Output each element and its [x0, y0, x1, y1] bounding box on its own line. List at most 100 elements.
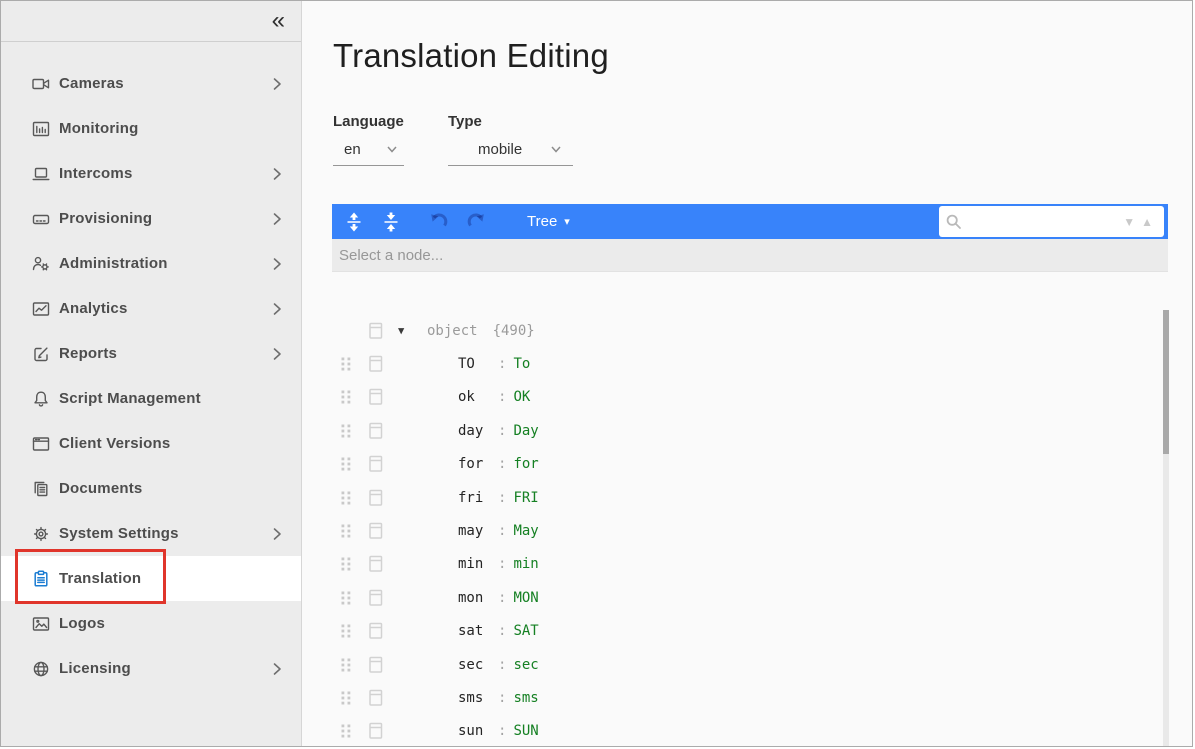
tree-value[interactable]: SAT	[513, 623, 538, 639]
context-menu-button[interactable]	[369, 489, 383, 506]
tree-value[interactable]: sec	[513, 657, 538, 673]
tree-mode-dropdown[interactable]: Tree ▾	[527, 213, 570, 230]
undo-button[interactable]	[427, 210, 451, 234]
sidebar-item-provisioning[interactable]: Provisioning	[1, 196, 301, 241]
tree-value[interactable]: Day	[513, 423, 538, 439]
tree-key[interactable]: fri	[458, 490, 498, 506]
context-menu-button[interactable]	[369, 589, 383, 606]
drag-handle-icon[interactable]	[341, 658, 353, 672]
context-menu-button[interactable]	[369, 456, 383, 473]
sidebar-item-translation[interactable]: Translation	[1, 556, 301, 601]
drag-handle-icon[interactable]	[341, 557, 353, 571]
expand-all-icon	[344, 212, 364, 232]
tree-value[interactable]: OK	[513, 389, 530, 405]
sidebar-item-client-versions[interactable]: Client Versions	[1, 421, 301, 466]
drag-handle-icon[interactable]	[341, 357, 353, 371]
root-node-type: object{490}	[427, 323, 535, 339]
context-menu-button[interactable]	[369, 523, 383, 540]
tree-key[interactable]: TO	[458, 356, 498, 372]
language-value: en	[344, 141, 361, 158]
tree-key[interactable]: for	[458, 456, 498, 472]
window-icon	[32, 435, 50, 453]
reports-icon	[32, 345, 50, 363]
camera-icon	[32, 75, 50, 93]
language-select[interactable]: en	[333, 133, 404, 166]
collapse-node-icon[interactable]: ▼	[398, 325, 404, 337]
chevron-right-icon	[268, 660, 286, 678]
tree-value[interactable]: FRI	[513, 490, 538, 506]
chevron-right-icon	[268, 300, 286, 318]
tree-value[interactable]: To	[513, 356, 530, 372]
tree-value[interactable]: sms	[513, 690, 538, 706]
sidebar-item-cameras[interactable]: Cameras	[1, 61, 301, 106]
chevron-right-icon	[268, 525, 286, 543]
sidebar-item-reports[interactable]: Reports	[1, 331, 301, 376]
tree-value[interactable]: May	[513, 523, 538, 539]
tree-key[interactable]: sun	[458, 723, 498, 739]
expand-all-button[interactable]	[342, 210, 366, 234]
sidebar-item-script-management[interactable]: Script Management	[1, 376, 301, 421]
sidebar-header: «	[1, 1, 301, 42]
drag-handle-icon[interactable]	[341, 691, 353, 705]
tree-value[interactable]: SUN	[513, 723, 538, 739]
sidebar-item-logos[interactable]: Logos	[1, 601, 301, 646]
sidebar-item-documents[interactable]: Documents	[1, 466, 301, 511]
type-select[interactable]: mobile	[448, 133, 573, 166]
key-value-separator: :	[498, 556, 506, 572]
sidebar-item-administration[interactable]: Administration	[1, 241, 301, 286]
tree-value[interactable]: MON	[513, 590, 538, 606]
key-value-separator: :	[498, 356, 506, 372]
redo-button[interactable]	[464, 210, 488, 234]
drag-handle-icon[interactable]	[341, 390, 353, 404]
drag-handle-icon[interactable]	[341, 724, 353, 738]
context-menu-button[interactable]	[369, 422, 383, 439]
drag-handle-icon[interactable]	[341, 524, 353, 538]
tree-key-value: TO: To	[458, 356, 530, 372]
tree-key[interactable]: day	[458, 423, 498, 439]
vertical-scrollbar[interactable]	[1163, 310, 1169, 747]
context-menu-button[interactable]	[369, 656, 383, 673]
chevron-down-icon	[549, 142, 563, 156]
documents-icon	[32, 480, 50, 498]
search-next-icon[interactable]: ▼	[1120, 215, 1138, 229]
context-menu-button[interactable]	[369, 723, 383, 740]
search-input[interactable]	[963, 210, 1120, 234]
administration-icon	[32, 255, 50, 273]
tree-row-ok: ok:OK	[332, 381, 1168, 414]
search-icon	[945, 213, 963, 231]
json-tree: ▼ object{490} TO: To ok:OK day: Day for: for fr…	[332, 272, 1168, 747]
context-menu-button[interactable]	[369, 689, 383, 706]
drag-handle-icon[interactable]	[341, 491, 353, 505]
tree-key[interactable]: sec	[458, 657, 498, 673]
tree-key-value: sms:sms	[458, 690, 539, 706]
drag-handle-icon[interactable]	[341, 424, 353, 438]
drag-handle-icon[interactable]	[341, 457, 353, 471]
tree-key[interactable]: sms	[458, 690, 498, 706]
context-menu-button[interactable]	[369, 556, 383, 573]
scrollbar-thumb[interactable]	[1163, 310, 1169, 454]
gear-icon	[32, 525, 50, 543]
tree-key[interactable]: min	[458, 556, 498, 572]
context-menu-button[interactable]	[369, 623, 383, 640]
context-menu-button[interactable]	[369, 356, 383, 373]
app-window: « CamerasMonitoringIntercomsProvisioning…	[0, 0, 1193, 747]
tree-key[interactable]: ok	[458, 389, 498, 405]
collapse-sidebar-icon[interactable]: «	[272, 5, 285, 37]
tree-key[interactable]: mon	[458, 590, 498, 606]
sidebar-item-system-settings[interactable]: System Settings	[1, 511, 301, 556]
sidebar-item-analytics[interactable]: Analytics	[1, 286, 301, 331]
tree-key[interactable]: sat	[458, 623, 498, 639]
tree-value[interactable]: min	[513, 556, 538, 572]
context-menu-button[interactable]	[369, 389, 383, 406]
sidebar-item-monitoring[interactable]: Monitoring	[1, 106, 301, 151]
sidebar-item-licensing[interactable]: Licensing	[1, 646, 301, 691]
drag-handle-icon[interactable]	[341, 591, 353, 605]
tree-key[interactable]: may	[458, 523, 498, 539]
search-prev-icon[interactable]: ▲	[1138, 215, 1156, 229]
sidebar-item-label: Analytics	[59, 300, 128, 317]
drag-handle-icon[interactable]	[341, 624, 353, 638]
collapse-all-button[interactable]	[379, 210, 403, 234]
tree-value[interactable]: for	[513, 456, 538, 472]
context-menu-button[interactable]	[369, 322, 383, 339]
sidebar-item-intercoms[interactable]: Intercoms	[1, 151, 301, 196]
